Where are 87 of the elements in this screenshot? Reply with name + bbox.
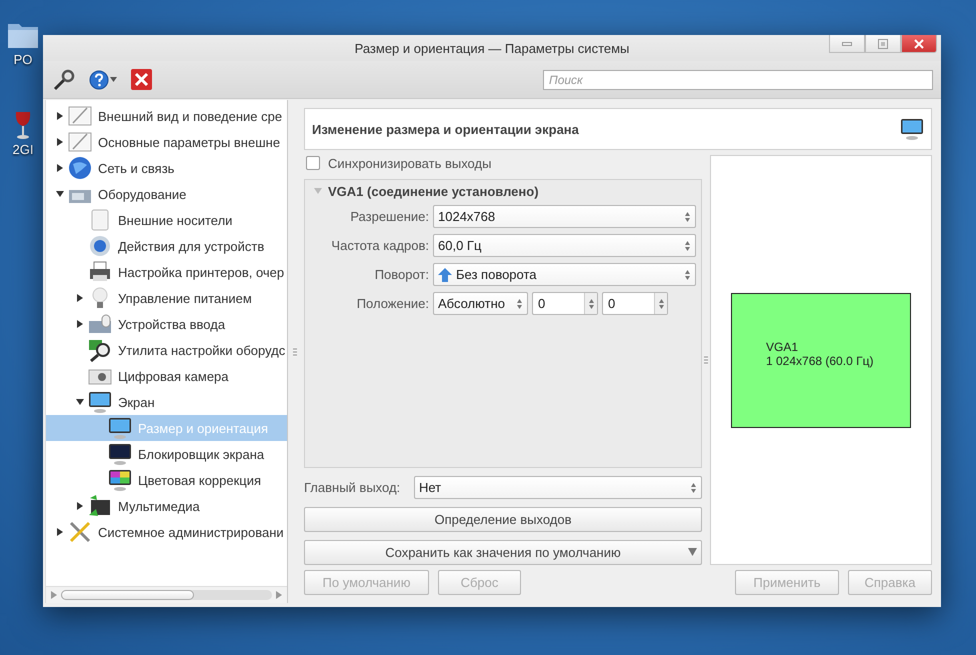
combo-box[interactable]: 60,0 Гц [433,234,696,257]
tree-item[interactable]: Цветовая коррекция [46,467,287,493]
output-title: VGA1 (соединение установлено) [328,184,539,198]
field-label: Частота кадров: [330,238,429,253]
minimize-icon [842,42,852,46]
caret-icon [688,548,697,556]
wine-glass-icon[interactable] [13,110,33,140]
desktop-icon-label: PO [14,52,32,67]
tree-item[interactable]: Цифровая камера [46,363,287,389]
tools-icon [68,520,92,544]
monitor-icon [108,442,132,466]
help-button[interactable] [87,68,119,92]
tree-item[interactable]: Внешний вид и поведение сре [46,103,287,129]
expand-arrow-icon[interactable] [76,502,84,510]
spin-arrows-icon[interactable] [684,210,691,222]
expand-arrow-icon[interactable] [56,528,64,536]
frame-icon [68,104,92,128]
page-title: Изменение размера и ориентации экрана [312,122,579,136]
up-arrow-icon [438,268,452,282]
spin-arrows-icon[interactable] [658,298,664,310]
tree-item[interactable]: Устройства ввода [46,311,287,337]
expand-arrow-icon[interactable] [76,320,84,328]
combo-box[interactable]: 1024x768 [433,205,696,228]
horizontal-scrollbar[interactable] [46,586,287,603]
display-name: VGA1 [766,340,800,354]
desktop-icon-label: 2GI [12,142,34,157]
spin-arrows-icon[interactable] [516,298,523,310]
maximize-button[interactable] [865,35,901,53]
quit-button[interactable] [129,67,154,92]
tree-item[interactable]: Действия для устройств [46,233,287,259]
scroll-right-icon[interactable] [275,591,283,599]
expand-arrow-icon[interactable] [56,138,64,146]
help-icon [89,70,109,90]
field-label: Главный выход: [304,480,402,495]
monitor-icon [88,390,112,414]
monitor-icon [900,117,924,141]
sync-checkbox[interactable]: Синхронизировать выходы [304,155,702,171]
spin-arrows-icon[interactable] [684,240,691,252]
minimize-button[interactable] [829,35,865,53]
maximize-icon [878,38,888,48]
display-rectangle[interactable]: VGA1 1 024x768 (60.0 Гц) [731,292,911,428]
combo-box[interactable]: Без поворота [433,263,696,286]
tree-item[interactable]: Экран [46,389,287,415]
push-button[interactable]: Определение выходов [304,507,702,532]
magnifier-icon [88,338,112,362]
spin-arrows-icon[interactable] [690,482,697,494]
tree-item[interactable]: Сеть и связь [46,155,287,181]
gear-icon [88,234,112,258]
close-icon [914,38,924,48]
spin-arrows-icon[interactable] [588,298,594,310]
spin-arrows-icon[interactable] [684,268,691,280]
monitor-icon [108,416,132,440]
field-label: Разрешение: [349,209,429,224]
combo-box[interactable]: Нет [414,476,702,499]
field-label: Поворот: [374,267,429,282]
window-title: Размер и ориентация — Параметры системы [354,40,630,56]
expand-arrow-icon[interactable] [56,112,64,120]
tree-item[interactable]: Управление питанием [46,285,287,311]
caret-icon [110,77,117,82]
display-mode: 1 024x768 (60.0 Гц) [766,354,874,368]
combo-box[interactable]: Абсолютно [433,292,528,315]
tree-item[interactable]: Системное администрировани [46,519,287,545]
close-icon [131,69,152,90]
monitor-icon [108,468,132,492]
globe-icon [68,156,92,180]
tree-item[interactable]: Утилита настройки оборудс [46,337,287,363]
expand-arrow-icon[interactable] [76,398,84,406]
tree-item[interactable]: Оборудование [46,181,287,207]
tree-item[interactable]: Внешние носители [46,207,287,233]
close-button[interactable] [901,35,937,53]
spin-box[interactable]: 0 [532,292,598,315]
expand-arrow-icon[interactable] [76,294,84,302]
tree-item[interactable]: Настройка принтеров, очер [46,259,287,285]
tree-item[interactable]: Основные параметры внешне [46,129,287,155]
expand-arrow-icon[interactable] [56,190,64,198]
printer-icon [88,260,112,284]
splitter-grip-icon[interactable] [704,356,708,364]
search-field[interactable]: Поиск [543,70,933,90]
tree-item[interactable]: Мультимедиа [46,493,287,519]
film-icon [88,494,112,518]
expand-arrow-icon[interactable] [56,164,64,172]
spin-box[interactable]: 0 [602,292,668,315]
frame-icon [68,130,92,154]
field-label: Положение: [356,296,429,311]
menu-button[interactable]: Сохранить как значения по умолчанию [304,540,702,565]
tree-item[interactable]: Блокировщик экрана [46,441,287,467]
checkbox[interactable] [306,156,320,170]
